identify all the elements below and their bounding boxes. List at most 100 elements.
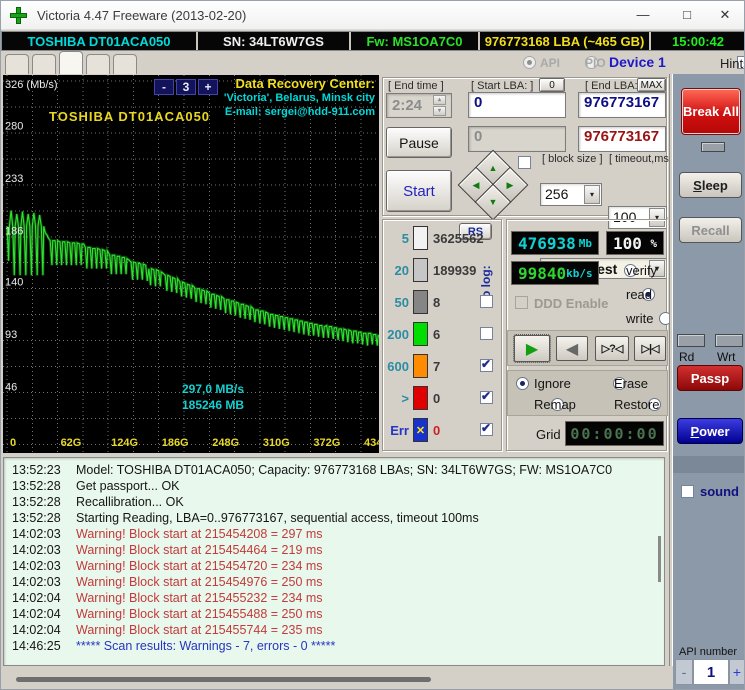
tab-bar: API PIO Device 1 ✔ Hints	[1, 51, 744, 74]
sound-checkbox[interactable]: ✔	[681, 485, 694, 498]
bottom-bar	[1, 666, 673, 689]
tab[interactable]	[86, 54, 110, 74]
block-size-value: 256	[545, 186, 569, 202]
latency-counter-row: 600 ✕ 7 ✔	[383, 353, 503, 379]
graph-readout: 297,0 MB/s 185246 MB	[141, 381, 285, 413]
ignore-radio[interactable]	[516, 377, 529, 390]
step-button[interactable]: ▷|◁	[634, 336, 666, 361]
sidebar-band	[673, 456, 744, 473]
write-indicator-label: Wrt	[717, 350, 736, 364]
log-timestamp: 14:02:03	[12, 543, 61, 557]
busy-indicator	[701, 142, 725, 152]
end-lba-field[interactable]: 976773167	[578, 92, 666, 118]
passport-button[interactable]: Passp	[677, 365, 743, 391]
latency-count: 3625562	[433, 230, 484, 246]
log-entry: 14:02:03 Warning! Block start at 2154542…	[4, 526, 664, 542]
log-message: Warning! Block start at 215455488 = 250 …	[76, 607, 323, 621]
break-all-button[interactable]: Break All	[681, 88, 741, 135]
start-lba-zero-button[interactable]: 0	[539, 78, 565, 92]
end-time-spinner[interactable]: ▴ ▾	[433, 95, 446, 116]
to-log-checkbox[interactable]: ✔	[480, 295, 493, 308]
tab[interactable]	[32, 54, 56, 74]
end-time-field[interactable]: 2:24 ▴ ▾	[386, 93, 452, 118]
log-timestamp: 14:46:25	[12, 639, 61, 653]
latency-count: 0	[433, 390, 441, 406]
power-button[interactable]: Power	[677, 418, 743, 444]
nav-checkbox[interactable]: ✔	[518, 156, 531, 169]
current-lba-field: 0	[468, 126, 566, 152]
tab[interactable]	[59, 51, 83, 74]
log-entry: 14:02:04 Warning! Block start at 2154557…	[4, 622, 664, 638]
play-button[interactable]: ▶	[513, 334, 551, 363]
zoom-out-button[interactable]: -	[154, 79, 174, 95]
latency-threshold-label: >	[401, 390, 409, 406]
log-horizontal-scrollbar[interactable]	[16, 677, 431, 682]
svg-text:310G: 310G	[263, 437, 290, 449]
block-size-label: [ block size ]	[542, 153, 603, 165]
end-lba-label: [ End LBA: ]	[585, 80, 644, 92]
log-vertical-scrollbar[interactable]	[658, 536, 661, 582]
end-lba-max-button[interactable]: MAX	[637, 78, 666, 92]
event-log[interactable]: 13:52:23 Model: TOSHIBA DT01ACA050; Capa…	[3, 457, 665, 666]
to-log-checkbox[interactable]: ✔	[480, 327, 493, 340]
drive-model: TOSHIBA DT01ACA050	[2, 32, 198, 50]
seek-error-button[interactable]: ▷?◁	[595, 336, 629, 361]
title-bar: Victoria 4.47 Freeware (2013-02-20) — □ …	[1, 1, 744, 30]
latency-count: 189939	[433, 262, 477, 278]
close-button[interactable]: ✕	[713, 6, 737, 24]
start-button-label: Start	[403, 182, 435, 200]
check-icon: ✔	[481, 357, 492, 371]
api-plus-button[interactable]: +	[729, 659, 744, 685]
latency-color-block: ✕	[413, 226, 428, 250]
drive-capacity: 976773168 LBA (~465 GB)	[480, 32, 651, 50]
log-message: Warning! Block start at 215454720 = 234 …	[76, 559, 323, 573]
latency-threshold-label: 50	[394, 294, 409, 310]
start-lba-field[interactable]: 0	[468, 92, 566, 118]
navigator-pad: ▲ ◀ ▶ ▼	[457, 149, 529, 221]
banner: Data Recovery Center: 'Victoria', Belaru…	[224, 77, 375, 119]
svg-text:62G: 62G	[61, 437, 82, 449]
maximize-button[interactable]: □	[675, 6, 699, 24]
position-lcd: 476938 Mb	[511, 231, 599, 255]
svg-text:46: 46	[5, 382, 17, 394]
to-log-checkbox[interactable]: ✔	[480, 389, 493, 404]
api-minus-button[interactable]: -	[675, 659, 693, 685]
latency-color-block: ✕	[413, 386, 428, 410]
sleep-button[interactable]: Sleep	[679, 172, 742, 198]
tab[interactable]	[113, 54, 137, 74]
spin-up-icon[interactable]: ▴	[433, 95, 446, 105]
timer-lcd: 00:00:00	[565, 421, 664, 446]
back-button[interactable]: ◀	[556, 336, 588, 361]
latency-threshold-label: 5	[401, 230, 409, 246]
api-radio[interactable]	[523, 56, 536, 69]
svg-text:248G: 248G	[212, 437, 239, 449]
to-log-checkbox[interactable]: ✔	[480, 357, 493, 372]
svg-text:124G: 124G	[111, 437, 138, 449]
latency-counter-row: 200 ✕ 6 ✔	[383, 321, 503, 347]
log-entry: 14:46:25 ***** Scan results: Warnings - …	[4, 638, 664, 654]
latency-counters-panel: RS to log: 5 ✕ 3625562 ✔ 20 ✕ 189939 ✔ 5…	[382, 219, 502, 451]
spin-down-icon[interactable]: ▾	[433, 106, 446, 116]
chevron-down-icon[interactable]: ▾	[584, 185, 600, 204]
current-position-label: 185246 MB	[181, 398, 245, 412]
minimize-button[interactable]: —	[631, 6, 655, 24]
percent-value: 100	[613, 233, 642, 253]
start-button[interactable]: Start	[386, 170, 452, 212]
remap-label: Remap	[534, 397, 576, 412]
zoom-in-button[interactable]: +	[198, 79, 218, 95]
latency-counter-row: > ✕ 0 ✔	[383, 385, 503, 411]
seek-error-icon: ▷?◁	[601, 343, 624, 355]
log-message: Model: TOSHIBA DT01ACA050; Capacity: 976…	[76, 463, 613, 477]
recall-button[interactable]: Recall	[679, 217, 742, 243]
pause-button[interactable]: Pause	[386, 127, 452, 158]
end-time-value: 2:24	[392, 97, 423, 114]
start-lba-label: [ Start LBA: ]	[471, 80, 534, 92]
block-size-select[interactable]: 256 ▾	[540, 183, 602, 206]
svg-text:326 (Mb/s): 326 (Mb/s)	[5, 79, 58, 91]
drive-firmware: Fw: MS1OA7C0	[351, 32, 480, 50]
log-message: Warning! Block start at 215454208 = 297 …	[76, 527, 323, 541]
tab[interactable]	[5, 54, 29, 74]
timeout-label: [ timeout,ms ]	[609, 153, 676, 165]
read-indicator	[677, 334, 705, 347]
to-log-checkbox[interactable]: ✔	[480, 421, 493, 436]
